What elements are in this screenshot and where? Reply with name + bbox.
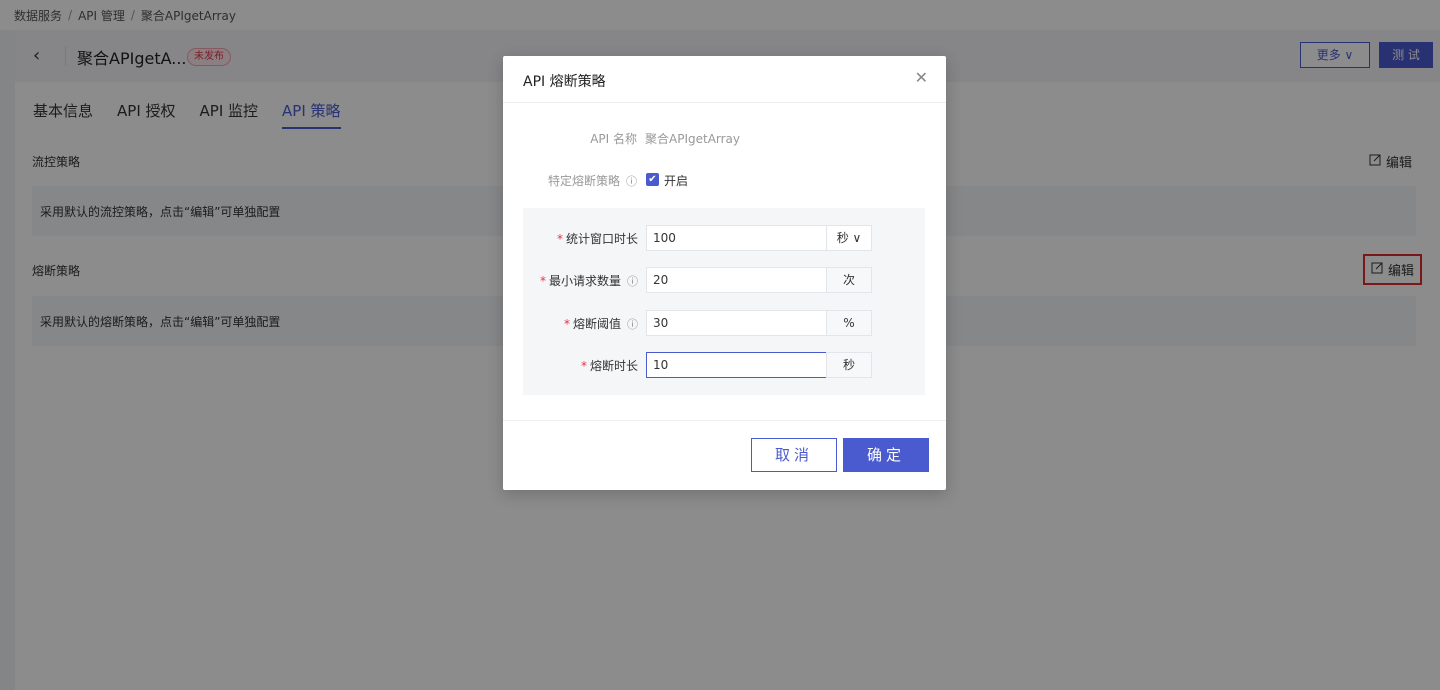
window-duration-unit-select[interactable]: 秒 ∨ bbox=[826, 225, 872, 251]
form-row-break-duration: * 熔断时长 10 秒 bbox=[523, 352, 925, 378]
api-name-value: 聚合APIgetArray bbox=[645, 132, 741, 146]
specific-policy-label-text: 特定熔断策略 bbox=[547, 174, 620, 188]
modal-footer: 取消 确定 bbox=[503, 420, 946, 490]
form-row-min-requests: * 最小请求数量 ⓘ 20 次 bbox=[523, 267, 925, 293]
min-requests-input[interactable]: 20 bbox=[646, 267, 827, 293]
api-name-label: API 名称 bbox=[590, 132, 637, 146]
breaker-form-panel: * 统计窗口时长 100 秒 ∨ * 最小请求数量 ⓘ 20 次 * 熔断阈值 ⓘ 30 … bbox=[523, 208, 925, 395]
modal-header: API 熔断策略 ✕ bbox=[503, 56, 946, 103]
info-icon[interactable]: ⓘ bbox=[627, 318, 638, 331]
break-duration-label: * 熔断时长 bbox=[580, 359, 638, 373]
threshold-label: * 熔断阈值 ⓘ bbox=[563, 317, 638, 331]
info-icon[interactable]: ⓘ bbox=[626, 175, 637, 188]
threshold-unit: % bbox=[826, 310, 872, 336]
window-duration-input[interactable]: 100 bbox=[646, 225, 827, 251]
break-duration-input[interactable]: 10 bbox=[646, 352, 827, 378]
form-row-threshold: * 熔断阈值 ⓘ 30 % bbox=[523, 310, 925, 336]
close-icon[interactable]: ✕ bbox=[915, 68, 928, 87]
min-requests-label: * 最小请求数量 ⓘ bbox=[539, 274, 638, 288]
info-icon[interactable]: ⓘ bbox=[627, 275, 638, 288]
specific-policy-label: 特定熔断策略 ⓘ bbox=[548, 172, 637, 189]
confirm-button[interactable]: 确定 bbox=[843, 438, 929, 472]
threshold-input[interactable]: 30 bbox=[646, 310, 827, 336]
circuit-breaker-modal: API 熔断策略 ✕ API 名称 聚合APIgetArray 特定熔断策略 ⓘ … bbox=[503, 56, 946, 490]
specific-policy-option-label[interactable]: 开启 bbox=[664, 172, 688, 189]
min-requests-unit: 次 bbox=[826, 267, 872, 293]
specific-policy-checkbox[interactable]: ✔ bbox=[646, 173, 659, 186]
break-duration-unit: 秒 bbox=[826, 352, 872, 378]
form-row-window-duration: * 统计窗口时长 100 秒 ∨ bbox=[523, 225, 925, 251]
modal-title: API 熔断策略 bbox=[523, 74, 606, 90]
cancel-button[interactable]: 取消 bbox=[751, 438, 837, 472]
window-duration-label: * 统计窗口时长 bbox=[556, 232, 638, 246]
